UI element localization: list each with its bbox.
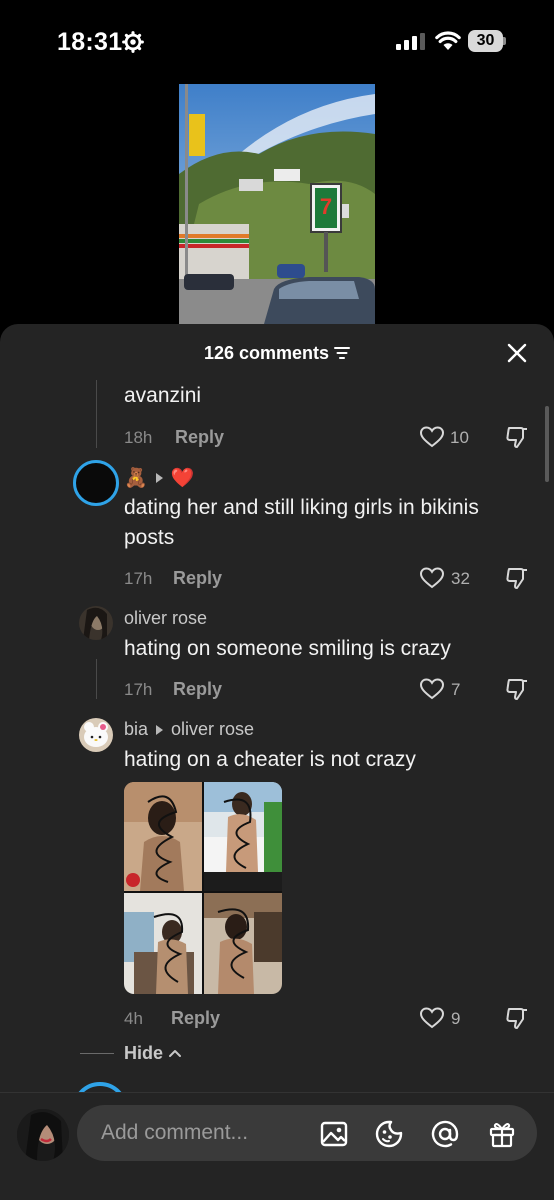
comments-sheet: 126 comments avanzini 18h Reply 10 🧸 ❤️ d… bbox=[0, 324, 554, 1200]
chevron-up-icon[interactable] bbox=[168, 1048, 182, 1058]
comment-username[interactable]: 🧸 ❤️ bbox=[124, 466, 194, 490]
comment-time: 18h bbox=[124, 428, 153, 447]
thread-line bbox=[96, 380, 97, 448]
heart-icon[interactable] bbox=[420, 1007, 444, 1029]
reply-button[interactable]: Reply bbox=[175, 427, 224, 448]
sticker-icon[interactable] bbox=[374, 1119, 404, 1149]
comment-text: dating her and still liking girls in bik… bbox=[124, 496, 479, 549]
avatar[interactable] bbox=[73, 460, 119, 506]
cellular-signal-icon bbox=[396, 33, 425, 50]
reply-arrow-icon bbox=[155, 473, 163, 484]
hide-divider bbox=[80, 1053, 114, 1054]
comment-input-placeholder: Add comment... bbox=[101, 1121, 249, 1144]
comments-count-heading[interactable]: 126 comments bbox=[0, 343, 554, 364]
comment-username[interactable]: oliver rose bbox=[124, 608, 207, 629]
comment-time: 4h bbox=[124, 1009, 143, 1028]
dislike-icon[interactable] bbox=[505, 566, 529, 590]
battery-level: 30 bbox=[468, 30, 503, 52]
reply-arrow-icon bbox=[156, 724, 164, 735]
comment-photo-attachment[interactable] bbox=[124, 782, 282, 994]
username-emoji: 🧸 bbox=[124, 468, 148, 489]
reply-to-label: oliver rose bbox=[171, 719, 255, 739]
comment-username[interactable]: bia oliver rose bbox=[124, 719, 254, 740]
dislike-icon[interactable] bbox=[505, 425, 529, 449]
close-icon[interactable] bbox=[506, 342, 528, 364]
comment-text: avanzini bbox=[124, 384, 202, 407]
svg-text:7: 7 bbox=[320, 194, 332, 219]
comment-time: 17h bbox=[124, 680, 153, 699]
comment-input-bar: Add comment... bbox=[0, 1092, 554, 1200]
gear-icon bbox=[122, 31, 144, 53]
gift-icon[interactable] bbox=[487, 1119, 517, 1149]
like-count: 9 bbox=[451, 1009, 461, 1028]
comment-text: hating on someone smiling is crazy bbox=[124, 637, 451, 660]
like-count: 32 bbox=[451, 569, 470, 588]
avatar[interactable] bbox=[79, 718, 113, 752]
comments-header: 126 comments bbox=[0, 324, 554, 382]
heart-icon[interactable] bbox=[420, 426, 444, 448]
thread-line bbox=[96, 659, 97, 699]
dislike-icon[interactable] bbox=[505, 677, 529, 701]
heart-icon[interactable] bbox=[420, 567, 444, 589]
comment-text: hating on a cheater is not crazy bbox=[124, 748, 416, 771]
heart-icon[interactable] bbox=[420, 678, 444, 700]
like-count: 7 bbox=[451, 680, 461, 699]
mention-icon[interactable] bbox=[430, 1119, 460, 1149]
dislike-icon[interactable] bbox=[505, 1006, 529, 1030]
scrollbar[interactable] bbox=[545, 406, 549, 482]
status-time: 18:31 bbox=[57, 28, 123, 56]
comments-count-label: 126 comments bbox=[203, 343, 330, 363]
reply-button[interactable]: Reply bbox=[173, 679, 222, 700]
like-count: 10 bbox=[450, 428, 469, 447]
battery-indicator: 30 bbox=[468, 30, 506, 52]
avatar[interactable] bbox=[79, 606, 113, 640]
video-thumbnail[interactable]: 7 bbox=[179, 84, 375, 324]
image-icon[interactable] bbox=[319, 1119, 349, 1149]
comment-input[interactable]: Add comment... bbox=[77, 1105, 537, 1161]
reply-to-emoji: ❤️ bbox=[170, 468, 195, 489]
sort-filter-icon[interactable] bbox=[334, 346, 351, 360]
reply-button[interactable]: Reply bbox=[173, 568, 222, 589]
user-avatar[interactable] bbox=[17, 1109, 69, 1161]
reply-button[interactable]: Reply bbox=[171, 1008, 220, 1029]
status-bar: 18:31 30 bbox=[0, 0, 554, 84]
wifi-icon bbox=[435, 31, 461, 50]
comment-time: 17h bbox=[124, 569, 153, 588]
username-label: bia bbox=[124, 719, 149, 739]
hide-replies-button[interactable]: Hide bbox=[124, 1043, 163, 1064]
